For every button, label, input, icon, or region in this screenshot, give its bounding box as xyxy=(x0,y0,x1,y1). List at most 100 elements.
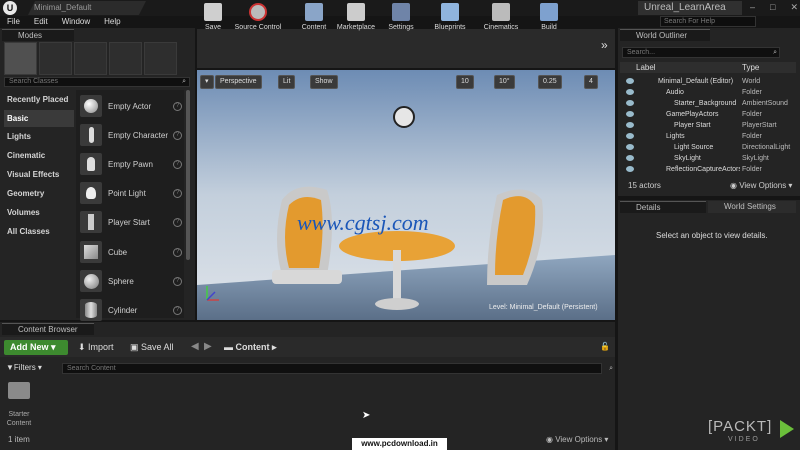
class-item-sphere[interactable]: Sphere ? xyxy=(78,267,182,295)
source-control-button[interactable]: Source Control xyxy=(230,0,286,39)
help-icon[interactable]: ? xyxy=(173,159,182,169)
filters-button[interactable]: ▼Filters ▾ xyxy=(6,363,42,372)
label-column-header[interactable]: Label xyxy=(636,62,656,73)
menu-edit[interactable]: Edit xyxy=(34,16,48,28)
menu-window[interactable]: Window xyxy=(62,16,90,28)
help-icon[interactable]: ? xyxy=(173,247,182,257)
class-item-cylinder[interactable]: Cylinder ? xyxy=(78,296,182,324)
maximize-button[interactable]: □ xyxy=(770,2,775,14)
visibility-eye-icon[interactable] xyxy=(626,166,634,172)
visibility-eye-icon[interactable] xyxy=(626,133,634,139)
viewport-options-button[interactable]: ▾ xyxy=(200,75,214,89)
category-all-classes[interactable]: All Classes xyxy=(4,223,74,240)
outliner-row[interactable]: Lights Folder xyxy=(622,131,792,142)
cinematics-button[interactable]: Cinematics xyxy=(480,0,522,39)
settings-button[interactable]: Settings xyxy=(384,0,418,39)
path-breadcrumb[interactable]: ▬ Content ▸ xyxy=(224,342,277,353)
help-search-input[interactable]: Search For Help xyxy=(660,16,756,27)
close-button[interactable]: ✕ xyxy=(790,2,798,14)
paint-mode-icon[interactable] xyxy=(39,42,72,75)
category-recently-placed[interactable]: Recently Placed xyxy=(4,91,74,108)
class-item-empty-pawn[interactable]: Empty Pawn ? xyxy=(78,150,182,178)
menu-file[interactable]: File xyxy=(7,16,20,28)
sky-sphere-icon[interactable] xyxy=(393,106,415,128)
save-all-button[interactable]: ▣ Save All xyxy=(130,342,174,353)
help-icon[interactable]: ? xyxy=(173,101,182,111)
outliner-view-options-button[interactable]: ◉ View Options ▾ xyxy=(730,181,792,190)
visibility-eye-icon[interactable] xyxy=(626,111,634,117)
grid-snap-value[interactable]: 10 xyxy=(456,75,474,89)
help-icon[interactable]: ? xyxy=(173,305,182,315)
save-button[interactable]: Save xyxy=(201,0,225,39)
outliner-row[interactable]: Starter_Background AmbientSound xyxy=(622,98,792,109)
outliner-row[interactable]: Audio Folder xyxy=(622,87,792,98)
class-item-empty-character[interactable]: Empty Character ? xyxy=(78,121,182,149)
blueprints-button[interactable]: Blueprints xyxy=(428,0,472,39)
visibility-eye-icon[interactable] xyxy=(626,78,634,84)
class-item-point-light[interactable]: Point Light ? xyxy=(78,179,182,207)
category-volumes[interactable]: Volumes xyxy=(4,204,74,221)
details-tab[interactable]: Details xyxy=(620,201,706,213)
world-settings-tab[interactable]: World Settings xyxy=(708,201,796,213)
visibility-eye-icon[interactable] xyxy=(626,122,634,128)
content-button[interactable]: Content xyxy=(296,0,332,39)
lit-button[interactable]: Lit xyxy=(278,75,296,89)
content-search-input[interactable]: Search Content ⌕ xyxy=(62,363,613,374)
outliner-row[interactable]: Minimal_Default (Editor) World xyxy=(622,76,792,87)
place-mode-icon[interactable] xyxy=(4,42,37,75)
category-basic[interactable]: Basic xyxy=(4,110,74,127)
player-start-icon xyxy=(80,211,102,233)
help-icon[interactable]: ? xyxy=(173,276,182,286)
class-item-cube[interactable]: Cube ? xyxy=(78,238,182,266)
outliner-search-input[interactable]: Search... ⌕ xyxy=(622,47,780,58)
help-icon[interactable]: ? xyxy=(173,130,182,140)
outliner-row[interactable]: ReflectionCaptureActors Folder xyxy=(622,164,792,175)
import-button[interactable]: ⬇ Import xyxy=(78,342,114,353)
visibility-eye-icon[interactable] xyxy=(626,100,634,106)
outliner-row[interactable]: SkyLight SkyLight xyxy=(622,153,792,164)
modes-tab[interactable]: Modes xyxy=(2,29,74,41)
toolbar-overflow-button[interactable]: » xyxy=(601,38,608,52)
perspective-button[interactable]: Perspective xyxy=(215,75,262,89)
help-icon[interactable]: ? xyxy=(173,217,182,227)
level-viewport[interactable]: www.cgtsj.com Level: Minimal_Default (Pe… xyxy=(197,70,615,320)
content-view-options-button[interactable]: ◉ View Options ▾ xyxy=(546,435,608,444)
scale-snap-value[interactable]: 0.25 xyxy=(538,75,562,89)
marketplace-button[interactable]: Marketplace xyxy=(333,0,379,39)
starter-content-folder-icon[interactable] xyxy=(8,382,30,399)
class-list-scrollbar[interactable] xyxy=(186,90,190,260)
lock-icon[interactable]: 🔓 xyxy=(600,342,610,351)
rotation-snap-value[interactable]: 10° xyxy=(494,75,515,89)
category-geometry[interactable]: Geometry xyxy=(4,185,74,202)
class-item-player-start[interactable]: Player Start ? xyxy=(78,208,182,236)
item-count: 1 item xyxy=(8,435,30,444)
type-column-header[interactable]: Type xyxy=(742,62,759,73)
minimize-button[interactable]: – xyxy=(750,2,755,14)
show-button[interactable]: Show xyxy=(310,75,338,89)
visibility-eye-icon[interactable] xyxy=(626,155,634,161)
menu-help[interactable]: Help xyxy=(104,16,120,28)
outliner-row[interactable]: GamePlayActors Folder xyxy=(622,109,792,120)
category-cinematic[interactable]: Cinematic xyxy=(4,147,74,164)
history-back-icon[interactable]: ◀ xyxy=(191,341,199,352)
geometry-mode-icon[interactable] xyxy=(144,42,177,75)
class-item-empty-actor[interactable]: Empty Actor ? xyxy=(78,92,182,120)
eye-icon: ◉ xyxy=(546,435,556,444)
landscape-mode-icon[interactable] xyxy=(74,42,107,75)
add-new-button[interactable]: Add New ▾ xyxy=(4,340,68,355)
category-lights[interactable]: Lights xyxy=(4,128,74,145)
foliage-mode-icon[interactable] xyxy=(109,42,142,75)
outliner-row[interactable]: Player Start PlayerStart xyxy=(622,120,792,131)
outliner-row[interactable]: Light Source DirectionalLight xyxy=(622,142,792,153)
world-outliner-tab[interactable]: World Outliner xyxy=(620,29,710,41)
class-search-input[interactable]: Search Classes ⌕ xyxy=(4,77,190,87)
visibility-eye-icon[interactable] xyxy=(626,144,634,150)
build-button[interactable]: Build xyxy=(536,0,562,39)
visibility-eye-icon[interactable] xyxy=(626,89,634,95)
camera-speed-value[interactable]: 4 xyxy=(584,75,598,89)
help-icon[interactable]: ? xyxy=(173,188,182,198)
history-forward-icon[interactable]: ▶ xyxy=(204,341,212,352)
content-browser-tab[interactable]: Content Browser xyxy=(2,323,94,335)
level-tab[interactable]: Minimal_Default xyxy=(28,1,146,15)
category-visual-effects[interactable]: Visual Effects xyxy=(4,166,74,183)
